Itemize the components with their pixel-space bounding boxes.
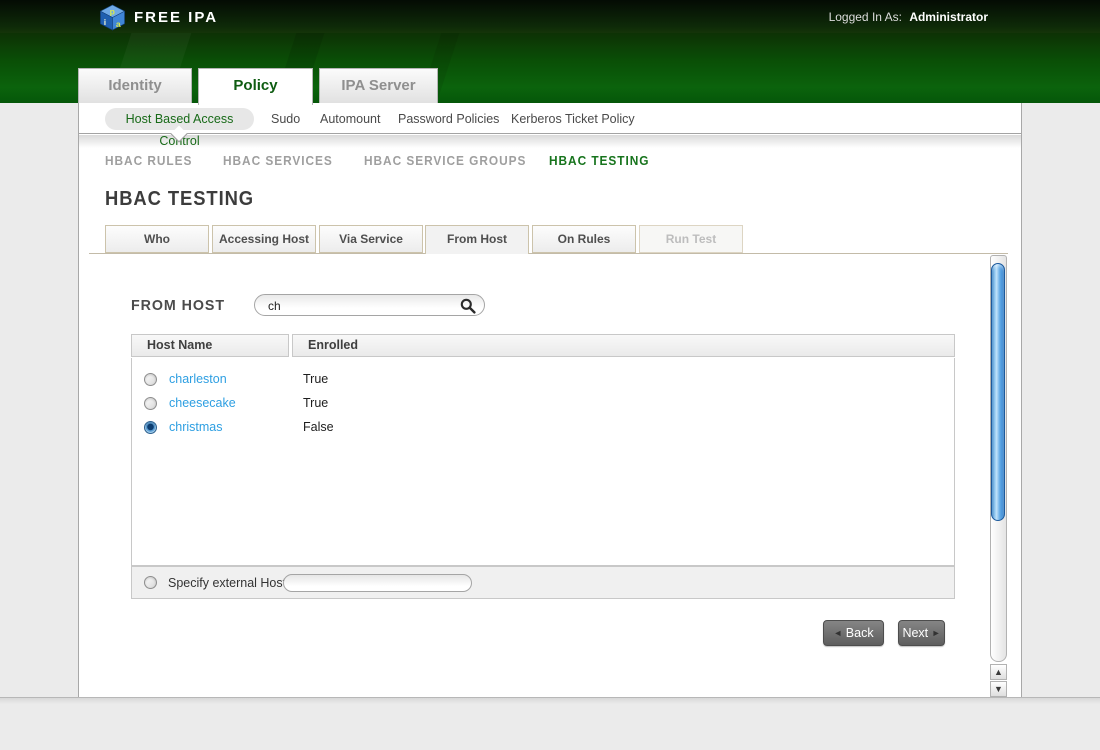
wizard-tab-accessing-host[interactable]: Accessing Host bbox=[212, 225, 316, 253]
scrollbar-thumb[interactable] bbox=[991, 263, 1005, 521]
external-host-input[interactable] bbox=[294, 576, 462, 591]
brand-title: FREE IPA bbox=[134, 9, 218, 26]
host-search-input[interactable] bbox=[268, 297, 453, 314]
back-button[interactable]: ◄ Back bbox=[823, 620, 884, 646]
subnav-item-sudo[interactable]: Sudo bbox=[271, 112, 300, 126]
facet-tab-hbac-service-groups[interactable]: HBAC SERVICE GROUPS bbox=[364, 154, 526, 168]
host-link-cheesecake[interactable]: cheesecake bbox=[169, 396, 236, 410]
column-header-host-name: Host Name bbox=[131, 334, 289, 357]
tab-identity[interactable]: Identity bbox=[78, 68, 192, 103]
next-arrow-icon: ► bbox=[932, 628, 941, 638]
facet-tab-hbac-rules[interactable]: HBAC RULES bbox=[105, 154, 192, 168]
host-link-charleston[interactable]: charleston bbox=[169, 372, 227, 386]
back-arrow-icon: ◄ bbox=[833, 628, 842, 638]
search-icon[interactable] bbox=[460, 298, 476, 314]
top-banner: p i a FREE IPA Logged In As: Administrat… bbox=[0, 0, 1100, 33]
wizard-content: FROM HOST Host Name Enrolled charleston … bbox=[89, 253, 1008, 695]
tab-ipa-server[interactable]: IPA Server bbox=[319, 68, 438, 103]
enrolled-value: False bbox=[303, 420, 334, 434]
wizard-tab-from-host[interactable]: From Host bbox=[425, 225, 529, 254]
svg-text:p: p bbox=[110, 7, 115, 17]
host-table: Host Name Enrolled charleston True chees… bbox=[131, 334, 955, 599]
facet-tab-hbac-services[interactable]: HBAC SERVICES bbox=[223, 154, 333, 168]
page-bottom-shadow bbox=[0, 698, 1100, 704]
tab-policy[interactable]: Policy bbox=[198, 68, 313, 105]
external-host-label: Specify external Host bbox=[168, 576, 286, 590]
next-button[interactable]: Next ► bbox=[898, 620, 945, 646]
facet-tab-hbac-testing[interactable]: HBAC TESTING bbox=[549, 154, 649, 168]
radio-host-charleston[interactable] bbox=[144, 373, 157, 386]
wizard-tab-run-test[interactable]: Run Test bbox=[639, 225, 743, 253]
wizard-tab-who[interactable]: Who bbox=[105, 225, 209, 253]
logged-in-status: Logged In As: Administrator bbox=[829, 10, 988, 24]
wizard-tab-on-rules[interactable]: On Rules bbox=[532, 225, 636, 253]
scroll-up-button[interactable]: ▲ bbox=[990, 664, 1007, 680]
scroll-down-button[interactable]: ▼ bbox=[990, 681, 1007, 697]
scroll-up-icon: ▲ bbox=[994, 667, 1003, 677]
main-panel: Host Based Access Control Sudo Automount… bbox=[78, 103, 1022, 697]
table-row: cheesecake True bbox=[132, 392, 954, 416]
subnav-item-automount[interactable]: Automount bbox=[320, 112, 380, 126]
sub-navigation: Host Based Access Control Sudo Automount… bbox=[79, 103, 1021, 134]
svg-text:a: a bbox=[116, 19, 121, 29]
next-button-label: Next bbox=[902, 626, 928, 640]
logged-in-label: Logged In As: bbox=[829, 10, 902, 24]
external-host-box bbox=[283, 574, 472, 592]
section-title-from-host: FROM HOST bbox=[131, 297, 225, 314]
enrolled-value: True bbox=[303, 372, 328, 386]
back-button-label: Back bbox=[846, 626, 874, 640]
external-host-row: Specify external Host bbox=[131, 566, 955, 599]
freeipa-logo-icon: p i a bbox=[99, 4, 126, 31]
host-search-box bbox=[254, 294, 485, 316]
custom-scrollbar: ▲ ▼ bbox=[990, 255, 1007, 696]
host-link-christmas[interactable]: christmas bbox=[169, 420, 222, 434]
logged-in-user-link[interactable]: Administrator bbox=[909, 10, 988, 24]
radio-external-host[interactable] bbox=[144, 576, 157, 589]
wizard-tab-via-service[interactable]: Via Service bbox=[319, 225, 423, 253]
svg-text:i: i bbox=[104, 17, 106, 27]
radio-host-christmas[interactable] bbox=[144, 421, 157, 434]
column-header-enrolled: Enrolled bbox=[292, 334, 955, 357]
enrolled-value: True bbox=[303, 396, 328, 410]
subnav-item-password-policies[interactable]: Password Policies bbox=[398, 112, 499, 126]
scroll-down-icon: ▼ bbox=[994, 684, 1003, 694]
host-table-body: charleston True cheesecake True christma… bbox=[131, 358, 955, 566]
host-table-header: Host Name Enrolled bbox=[131, 334, 955, 357]
table-row: christmas False bbox=[132, 416, 954, 440]
table-row: charleston True bbox=[132, 368, 954, 392]
subnav-shadow bbox=[79, 135, 1021, 148]
radio-host-cheesecake[interactable] bbox=[144, 397, 157, 410]
page-title: HBAC TESTING bbox=[105, 188, 254, 211]
subnav-item-kerberos-ticket-policy[interactable]: Kerberos Ticket Policy bbox=[511, 112, 635, 126]
